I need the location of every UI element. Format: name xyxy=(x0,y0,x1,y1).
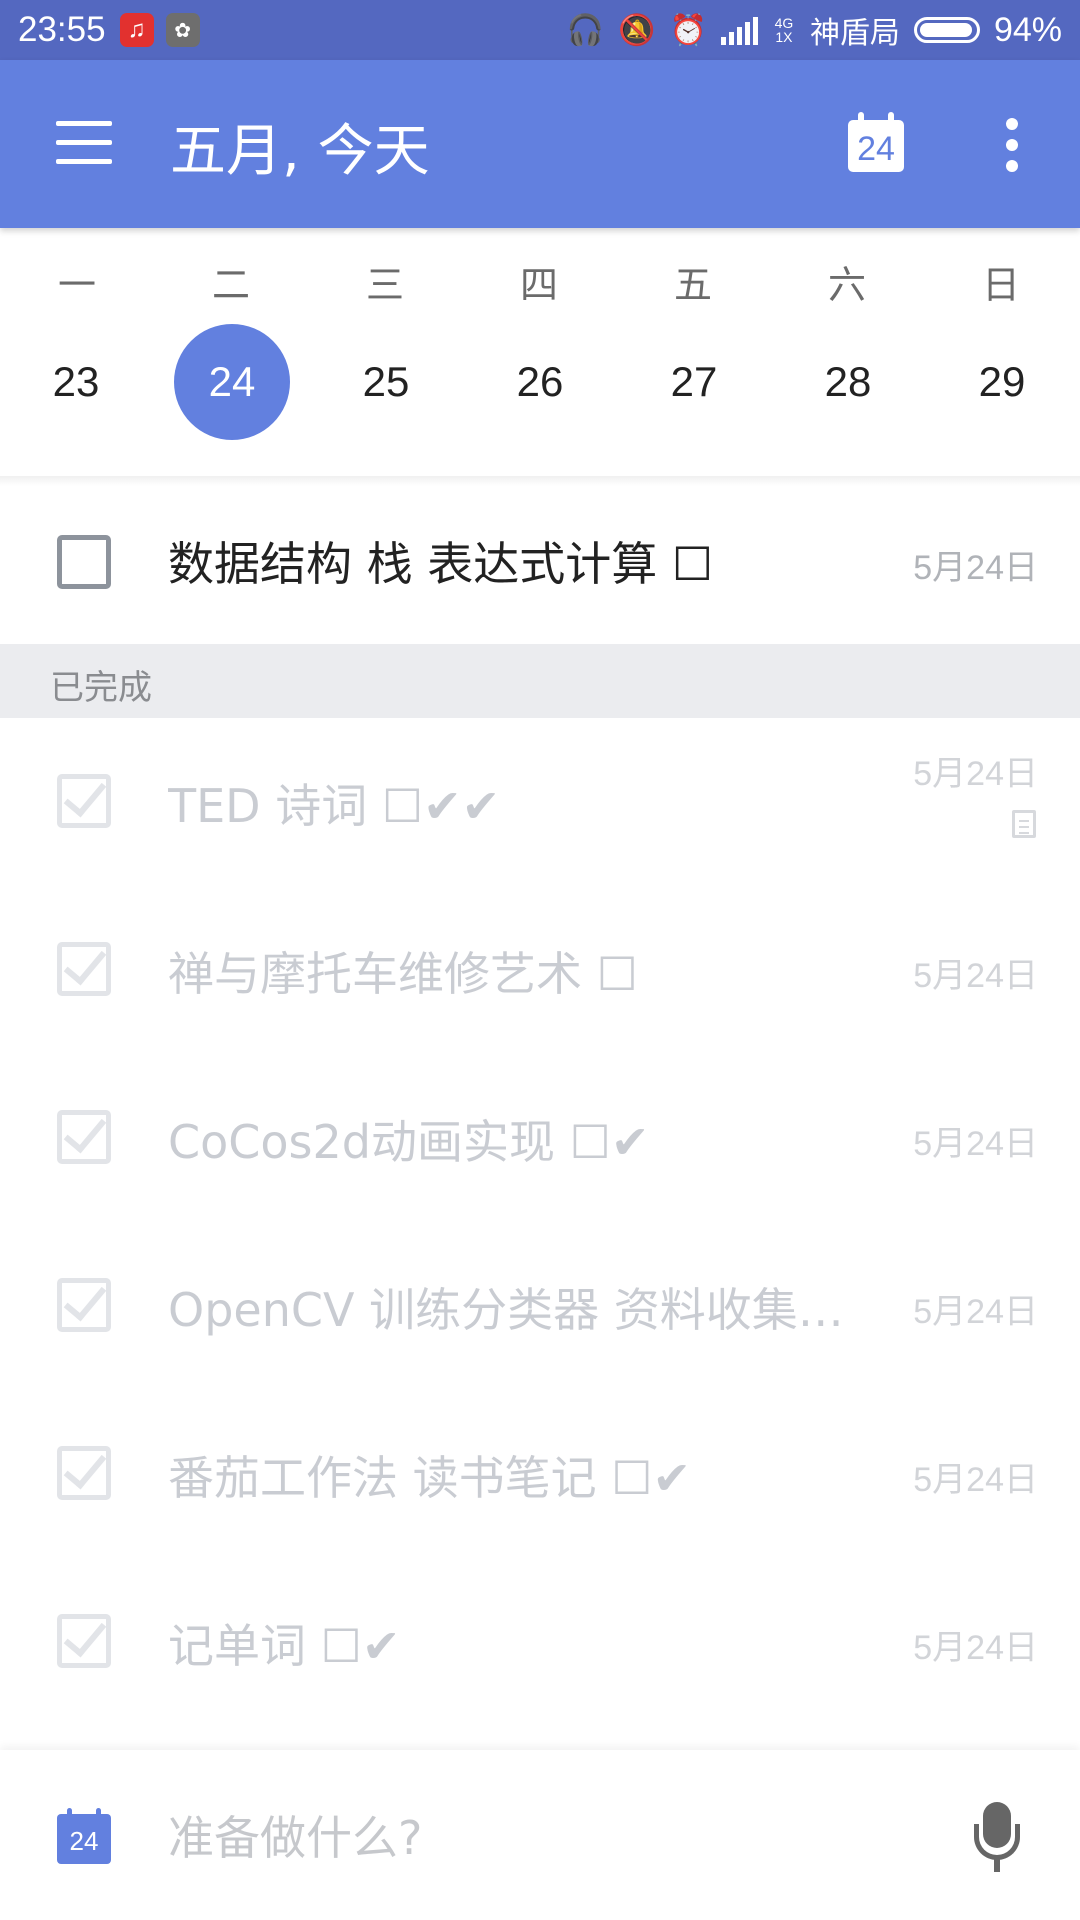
completed-task-row[interactable]: 番茄工作法 读书笔记 ☐✔ 5月24日 xyxy=(0,1390,1080,1558)
alarm-icon: ⏰ xyxy=(669,13,707,47)
task-title: CoCos2d动画实现 ☐✔ xyxy=(168,1115,650,1169)
note-icon xyxy=(1012,810,1036,838)
mute-bell-icon: 🔕 xyxy=(618,13,656,47)
task-date: 5月24日 xyxy=(913,957,1038,995)
task-title: OpenCV 训练分类器 资料收集☐... xyxy=(168,1283,878,1337)
weekday-label: 六 xyxy=(827,263,866,307)
network-type: 4G 1X xyxy=(774,15,794,45)
quick-add-bar: 24 xyxy=(0,1750,1080,1920)
page-title: 五月, 今天 xyxy=(170,119,430,184)
task-checkbox-checked[interactable] xyxy=(57,1110,111,1164)
completed-section-header[interactable]: 已完成 xyxy=(0,644,1080,718)
weekday-label: 一 xyxy=(57,263,96,307)
day-cell[interactable]: 26 xyxy=(482,324,598,440)
date-picker-day: 24 xyxy=(69,1826,99,1856)
completed-task-row[interactable]: 禅与摩托车维修艺术 ☐ 5月24日 xyxy=(0,886,1080,1054)
day-number: 26 xyxy=(516,358,564,405)
task-title: 番茄工作法 读书笔记 ☐✔ xyxy=(168,1451,692,1505)
battery-icon xyxy=(913,17,980,43)
calendar-icon-day: 24 xyxy=(857,130,895,168)
completed-task-row[interactable]: OpenCV 训练分类器 资料收集☐... 5月24日 xyxy=(0,1222,1080,1390)
microphone-icon[interactable] xyxy=(972,1802,1022,1876)
day-number: 27 xyxy=(670,358,718,405)
day-number: 24 xyxy=(208,358,256,405)
task-date: 5月24日 xyxy=(913,1125,1038,1163)
task-title: 记单词 ☐✔ xyxy=(168,1619,401,1673)
day-cell-selected[interactable]: 24 xyxy=(174,324,290,440)
day-number: 25 xyxy=(362,358,410,405)
day-number: 29 xyxy=(978,358,1026,405)
calendar-today-button[interactable]: 24 xyxy=(848,112,904,172)
carrier-name: 神盾局 xyxy=(809,17,900,50)
day-cell[interactable]: 28 xyxy=(790,324,906,440)
task-title: 禅与摩托车维修艺术 ☐ xyxy=(168,947,638,1001)
task-checkbox-checked[interactable] xyxy=(57,1446,111,1500)
task-date: 5月24日 xyxy=(913,1293,1038,1331)
day-number: 28 xyxy=(824,358,872,405)
completed-task-row[interactable]: TED 诗词 ☐✔✔ 5月24日 xyxy=(0,718,1080,886)
task-date: 5月24日 xyxy=(913,549,1038,587)
day-number: 23 xyxy=(52,358,100,405)
task-row[interactable]: 数据结构 栈 表达式计算 ☐ 5月24日 xyxy=(0,478,1080,646)
day-cell[interactable]: 25 xyxy=(328,324,444,440)
weekday-label: 二 xyxy=(211,263,250,307)
task-checkbox-checked[interactable] xyxy=(57,1614,111,1668)
quick-add-input[interactable] xyxy=(166,1802,930,1874)
weekday-label: 五 xyxy=(673,263,712,307)
completed-section-label: 已完成 xyxy=(50,668,152,708)
app-toolbar: 五月, 今天 24 xyxy=(0,60,1080,228)
day-cell[interactable]: 29 xyxy=(944,324,1060,440)
date-picker-icon[interactable]: 24 xyxy=(57,1808,111,1864)
task-date: 5月24日 xyxy=(913,1629,1038,1667)
app-notification-icon: ✿ xyxy=(165,13,200,47)
task-date: 5月24日 xyxy=(913,1461,1038,1499)
task-checkbox[interactable] xyxy=(57,535,111,589)
signal-icon xyxy=(720,15,758,45)
menu-icon[interactable] xyxy=(56,121,112,165)
task-title: TED 诗词 ☐✔✔ xyxy=(168,779,501,833)
day-cell[interactable]: 27 xyxy=(636,324,752,440)
netease-music-icon: ♫ xyxy=(119,13,154,47)
status-time: 23:55 xyxy=(18,10,106,49)
headphones-icon: 🎧 xyxy=(566,13,605,47)
completed-task-row[interactable]: 记单词 ☐✔ 5月24日 xyxy=(0,1558,1080,1726)
task-title: 数据结构 栈 表达式计算 ☐ xyxy=(168,537,714,591)
day-cell[interactable]: 23 xyxy=(18,324,134,440)
task-checkbox-checked[interactable] xyxy=(57,774,111,828)
task-checkbox-checked[interactable] xyxy=(57,942,111,996)
weekday-label: 三 xyxy=(365,263,404,307)
completed-task-row[interactable]: CoCos2d动画实现 ☐✔ 5月24日 xyxy=(0,1054,1080,1222)
week-strip: 一 二 三 四 五 六 日 23 24 25 26 27 28 29 xyxy=(0,228,1080,478)
weekday-label: 四 xyxy=(519,263,558,307)
task-date: 5月24日 xyxy=(913,755,1038,793)
weekday-label: 日 xyxy=(981,263,1020,307)
status-bar: 23:55 ♫ ✿ 🎧 🔕 ⏰ 4G 1X 神盾局 94% xyxy=(0,0,1080,60)
task-checkbox-checked[interactable] xyxy=(57,1278,111,1332)
battery-percent: 94% xyxy=(993,10,1062,49)
more-options-icon[interactable] xyxy=(1004,118,1020,172)
